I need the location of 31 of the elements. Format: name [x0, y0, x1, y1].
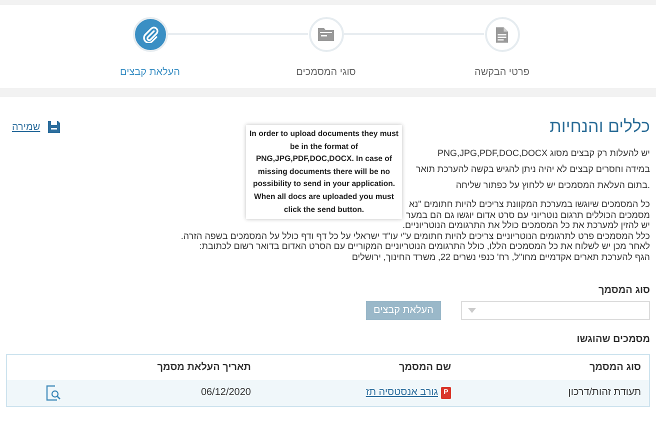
step-circle[interactable]	[484, 17, 520, 52]
instruction-text: יש להעלות רק קבצים מסוג PNG,JPG,PDF,DOC,DOCX	[438, 147, 650, 160]
section-subtitle: מסמכים שהוגשו	[576, 334, 650, 345]
instruction-text: לאחר מכן יש לשלוח את כל המסמכים הללו, כולל התרגומים הנוטריוניים המקוריים עם הסרט האדום בדואר רשום לכתובת:	[199, 241, 650, 252]
floppy-icon	[48, 121, 60, 133]
step-label: פרטי הבקשה	[474, 67, 530, 78]
section-title: כללים והנחיות	[550, 117, 650, 137]
instruction-text: הגף להערכת תארים אקדמיים מחו"ל, רח' כנפי נשרים 22, משרד החינוך, ירושלים	[352, 252, 650, 263]
column-header: שם המסמך	[398, 362, 451, 373]
step-circle[interactable]	[132, 17, 168, 52]
instruction-text: יש להזין למערכת את כל המסמכים כולל את התרגומים הנוטריוניים.	[402, 220, 650, 231]
step-label: העלאת קבצים	[120, 67, 180, 78]
file-link[interactable]: גורב אנסטסיה תז	[366, 387, 438, 398]
column-header: תאריך העלאת מסמך	[156, 362, 251, 373]
paperclip-icon	[142, 26, 158, 43]
step-circle[interactable]	[308, 17, 344, 52]
caret-icon	[468, 308, 476, 313]
save-link[interactable]: שמירה	[12, 122, 40, 132]
column-header: סוג המסמך	[588, 362, 642, 373]
document-search-icon[interactable]	[45, 384, 61, 401]
instruction-text: כלל המסמכים פרט לתרגומים הנוטריוניים צריכים להיות חתומים ע"י עו"ד ישראלי על כל דף ודף כולל על המסמכים בשפה הזרה.	[180, 230, 650, 242]
instruction-text: מסמכים הכוללים תרגום נוטריוני עם סרט אדום יוגשו גם הם במער	[406, 210, 650, 220]
table-cell-text: תעודת זהות/דרכון	[567, 387, 642, 398]
field-label: סוג המסמך	[598, 284, 650, 296]
table-cell-text: 06/12/2020	[200, 387, 251, 398]
folder-icon	[318, 28, 334, 41]
instruction-text: כל המסמכים שיוגשו במערכת המקוונת צריכים להיות חתומים "נא	[409, 199, 650, 210]
instruction-text: במידה וחסרים קבצים לא יהיה ניתן להגיש בקשה להערכת תואר	[416, 163, 650, 176]
step-label: סוגי המסמכים	[296, 67, 356, 78]
document-icon	[496, 26, 508, 42]
instruction-text: .בתום העלאת המסמכים יש ללחוץ על כפתור שליחה	[456, 179, 650, 192]
